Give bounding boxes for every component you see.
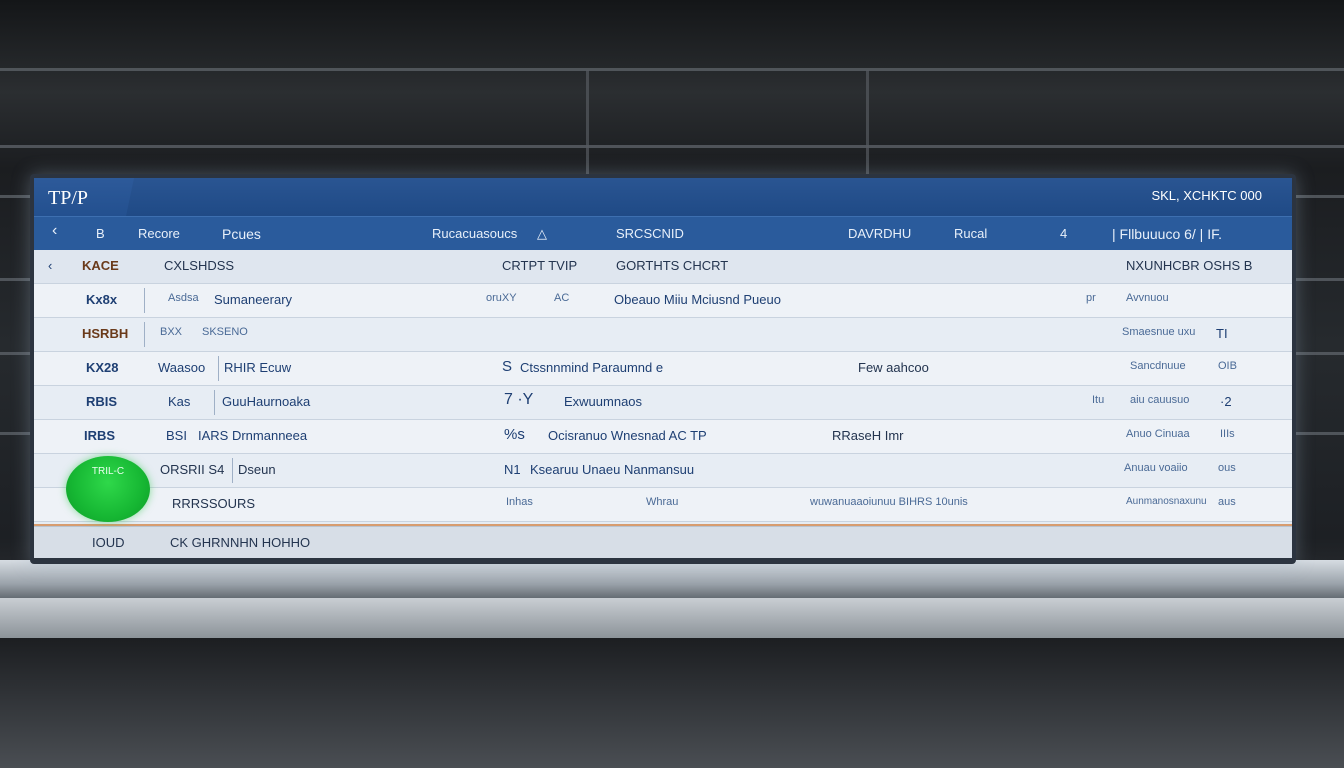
toolbar-item-column-d[interactable]: Rucal [954, 226, 987, 241]
row-id: IRBS [84, 428, 116, 443]
row-cell: Inhas [506, 496, 533, 508]
wall-stripe [0, 145, 1344, 148]
title-status: SKL, XCHKTC 000 [1151, 188, 1262, 203]
title-bar: TP/P SKL, XCHKTC 000 [34, 178, 1292, 216]
row-cell: Asdsa [168, 292, 199, 304]
app-window: TP/P SKL, XCHKTC 000 ‹ B Recore Pcues Ru… [34, 178, 1292, 558]
wall-seam [866, 70, 869, 180]
header-cell[interactable]: NXUNHCBR OSHS B [1126, 258, 1252, 273]
wall-stripe [0, 68, 1344, 71]
row-cell: BXX [160, 326, 183, 338]
row-cell: aus [1218, 496, 1236, 508]
row-cell: BSI [166, 428, 187, 443]
row-cell: pr [1086, 292, 1096, 304]
header-chevron-icon[interactable]: ‹ [48, 258, 52, 273]
toolbar-item-column-c[interactable]: DAVRDHU [848, 226, 911, 241]
table-row[interactable]: HSRBH BXX SKSENO Smaesnue uxu TI [34, 318, 1292, 352]
row-cell: Obeauo Miiu Mciusnd Pueuo [614, 292, 781, 307]
row-cell: Aunmanosnaxunu [1126, 496, 1207, 507]
table-row[interactable]: RRRSSOURS Inhas Whrau wuwanuaaoiunuu BIH… [34, 488, 1292, 522]
wall-seam [586, 70, 589, 180]
column-divider [232, 458, 233, 483]
row-cell: IARS Drnmanneea [198, 428, 308, 443]
row-cell: RHIR Ecuw [224, 360, 292, 375]
floor [0, 638, 1344, 768]
row-cell: Smaesnue uxu [1122, 326, 1196, 338]
row-cell: S [502, 358, 513, 375]
column-divider [218, 356, 219, 381]
status-badge[interactable]: TRIL-C [66, 456, 150, 522]
row-cell: 7 ·Y [504, 391, 534, 408]
footer-summary: CK GHRNNHN HOHHO [170, 535, 311, 550]
header-cell[interactable]: CRTPT TVIP [502, 258, 577, 273]
header-cell[interactable]: KACE [82, 258, 119, 273]
toolbar-item-recore[interactable]: Recore [138, 226, 180, 241]
column-divider [214, 390, 215, 415]
status-badge-label: TRIL-C [91, 466, 125, 477]
toolbar: ‹ B Recore Pcues Rucacuasoucs △ SRCSCNID… [34, 216, 1292, 251]
row-cell: SKSENO [202, 326, 248, 338]
header-cell[interactable]: GORTHTS CHCRT [616, 258, 728, 273]
table-row[interactable]: ORSRII S4 Dseun N1 Ksearuu Unaeu Nanmans… [34, 454, 1292, 488]
row-cell: Few aahcoo [858, 360, 929, 375]
toolbar-item-b[interactable]: B [96, 226, 105, 241]
row-cell: IIIs [1220, 428, 1235, 440]
row-cell: Sumaneerary [214, 292, 293, 307]
row-id: HSRBH [82, 326, 129, 341]
row-cell: RRRSSOURS [172, 496, 256, 511]
row-id: Kx8x [86, 292, 118, 307]
column-divider [144, 288, 145, 313]
row-cell: %s [504, 426, 525, 443]
row-cell: Ksearuu Unaeu Nanmansuu [530, 462, 695, 477]
row-cell: ·2 [1220, 394, 1232, 409]
row-cell: Avvnuou [1126, 292, 1169, 304]
desk-front [0, 598, 1344, 638]
row-cell: Sancdnuue [1130, 360, 1186, 372]
toolbar-item-column-b[interactable]: SRCSCNID [616, 226, 684, 241]
table-row[interactable]: KX28 Waasoo RHIR Ecuw S Ctssnnmind Parau… [34, 352, 1292, 386]
table-row[interactable]: IRBS BSI IARS Drnmanneea %s Ocisranuo Wn… [34, 420, 1292, 454]
row-cell: aiu cauusuo [1130, 394, 1190, 406]
row-id: RBIS [86, 394, 118, 409]
row-cell: RRaseH Imr [832, 428, 904, 443]
filter-icon[interactable]: △ [537, 226, 547, 242]
row-cell: Waasoo [158, 360, 206, 375]
row-cell: oruXY [486, 292, 517, 304]
row-cell: Itu [1092, 394, 1105, 406]
row-cell: Dseun [238, 462, 276, 477]
column-divider [144, 322, 145, 347]
row-cell: Ocisranuo Wnesnad AC TP [548, 428, 707, 443]
monitor: TP/P SKL, XCHKTC 000 ‹ B Recore Pcues Ru… [30, 174, 1296, 564]
header-cell[interactable]: CXLSHDSS [164, 258, 234, 273]
toolbar-item-column-a[interactable]: Rucacuasoucs [432, 226, 517, 241]
table-row[interactable]: Kx8x Asdsa Sumaneerary oruXY AC Obeauo M… [34, 284, 1292, 318]
toolbar-item-pcues[interactable]: Pcues [222, 226, 261, 242]
row-cell: N1 [504, 462, 521, 477]
table-row[interactable]: RBIS Kas GuuHaurnoaka 7 ·Y Exwuumnaos It… [34, 386, 1292, 420]
table-header: ‹ KACE CXLSHDSS CRTPT TVIP GORTHTS CHCRT… [34, 250, 1292, 284]
row-cell: OIB [1218, 360, 1237, 372]
row-cell: ORSRII S4 [160, 462, 225, 477]
desk-surface [0, 560, 1344, 600]
row-cell: Whrau [646, 496, 679, 508]
row-cell: TI [1216, 326, 1228, 341]
row-cell: Anuau voaiio [1124, 462, 1188, 474]
row-cell: Exwuumnaos [564, 394, 643, 409]
row-cell: AC [554, 292, 570, 304]
row-cell: Anuo Cinuaa [1126, 428, 1190, 440]
footer-label: IOUD [92, 535, 125, 550]
row-cell: Kas [168, 394, 191, 409]
row-cell: Ctssnnmind Paraumnd e [520, 360, 664, 375]
toolbar-item-number[interactable]: 4 [1060, 226, 1067, 241]
row-cell: wuwanuaaoiunuu BIHRS 10unis [810, 496, 968, 508]
row-id: KX28 [86, 360, 119, 375]
back-icon[interactable]: ‹ [52, 222, 57, 240]
toolbar-right-controls[interactable]: | Fllbuuuco 6/ | IF. [1112, 226, 1222, 242]
row-cell: ous [1218, 462, 1236, 474]
row-cell: GuuHaurnoaka [222, 394, 311, 409]
table-footer: IOUD CK GHRNNHN HOHHO [34, 526, 1292, 558]
app-tab[interactable]: TP/P [34, 178, 134, 216]
app-title: TP/P [48, 187, 89, 209]
